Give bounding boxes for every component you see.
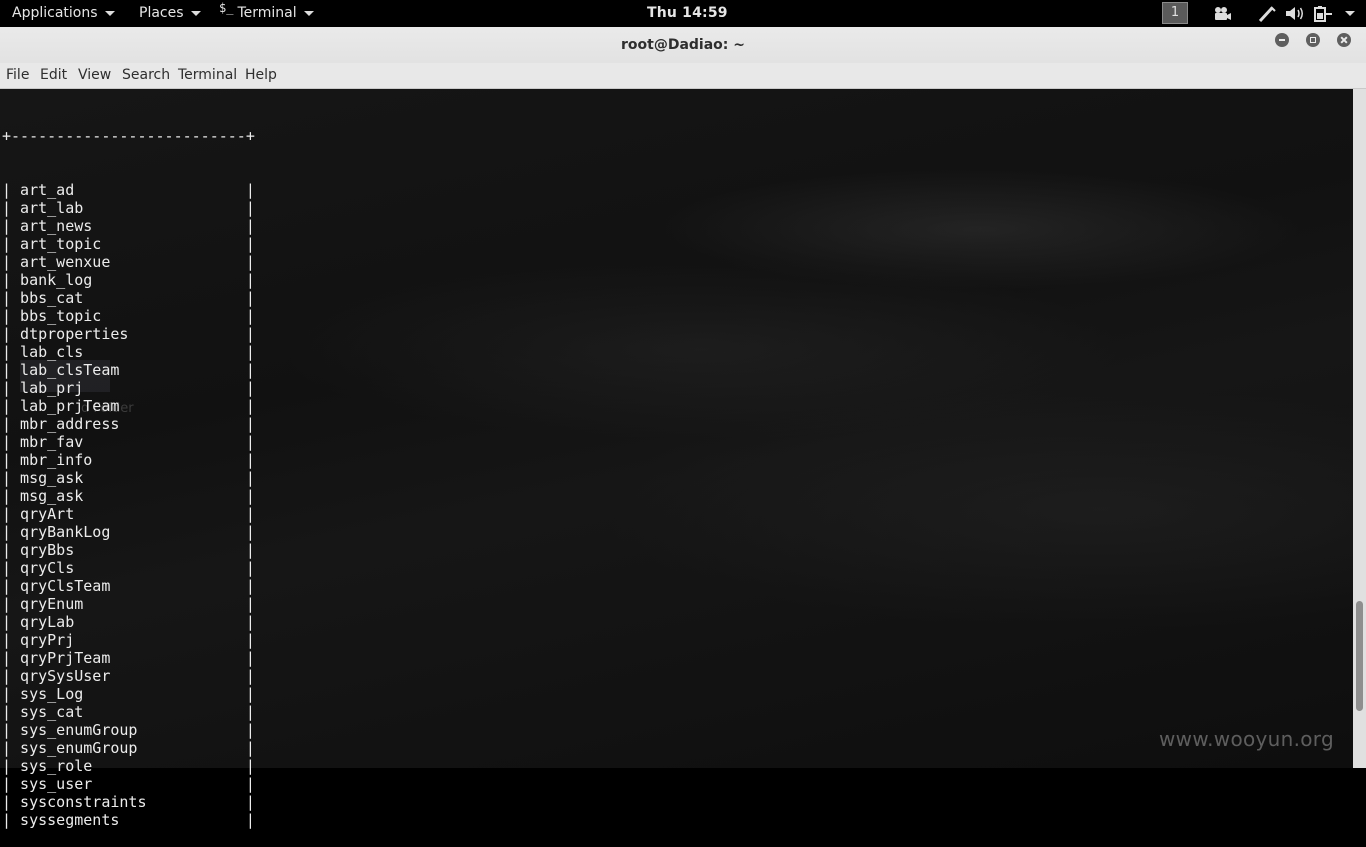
table-row: | bbs_cat | bbox=[2, 289, 255, 307]
window-title: root@Dadiao: ~ bbox=[621, 37, 745, 53]
table-row: | lab_clsTeam | bbox=[2, 361, 255, 379]
table-row: | qrySysUser | bbox=[2, 667, 255, 685]
table-row: | art_news | bbox=[2, 217, 255, 235]
window-titlebar[interactable]: root@Dadiao: ~ bbox=[0, 27, 1366, 63]
volume-icon[interactable] bbox=[1285, 5, 1305, 22]
minimize-icon bbox=[1279, 39, 1285, 41]
table-row: | sys_enumGroup | bbox=[2, 721, 255, 739]
table-row: | sys_Log | bbox=[2, 685, 255, 703]
applications-menu[interactable]: Applications bbox=[12, 0, 115, 27]
table-row: | bank_log | bbox=[2, 271, 255, 289]
table-row: | mbr_address | bbox=[2, 415, 255, 433]
camera-icon[interactable] bbox=[1212, 5, 1232, 22]
clock[interactable]: Thu 14:59 bbox=[647, 0, 728, 27]
menu-edit[interactable]: Edit bbox=[40, 63, 67, 89]
applications-dropdown-icon bbox=[104, 11, 115, 16]
table-row: | sys_user | bbox=[2, 775, 255, 793]
table-row: | mbr_info | bbox=[2, 451, 255, 469]
table-row: | sys_enumGroup | bbox=[2, 739, 255, 757]
table-row: | msg_ask | bbox=[2, 469, 255, 487]
table-row: | qryCls | bbox=[2, 559, 255, 577]
table-row: | qryArt | bbox=[2, 505, 255, 523]
applications-label: Applications bbox=[12, 5, 98, 21]
menu-view[interactable]: View bbox=[78, 63, 111, 89]
table-row: | qryBbs | bbox=[2, 541, 255, 559]
menu-search[interactable]: Search bbox=[122, 63, 170, 89]
terminal-app-menu[interactable]: $_ Terminal bbox=[219, 0, 314, 27]
table-row: | art_wenxue | bbox=[2, 253, 255, 271]
table-row: | art_ad | bbox=[2, 181, 255, 199]
workspace-indicator[interactable]: 1 bbox=[1162, 2, 1188, 24]
table-row: | lab_cls | bbox=[2, 343, 255, 361]
table-border-top: +--------------------------+ bbox=[2, 127, 255, 145]
menu-help[interactable]: Help bbox=[245, 63, 277, 89]
terminal-icon: $_ bbox=[219, 1, 234, 15]
table-row: | qryPrjTeam | bbox=[2, 649, 255, 667]
table-row: | sys_role | bbox=[2, 757, 255, 775]
table-row: | syssegments | bbox=[2, 811, 255, 829]
menu-file[interactable]: File bbox=[6, 63, 29, 89]
terminal-app-label: Terminal bbox=[237, 5, 297, 21]
terminal-menubar: File Edit View Search Terminal Help bbox=[0, 63, 1366, 89]
places-dropdown-icon bbox=[190, 11, 201, 16]
power-menu-arrow-icon[interactable] bbox=[1345, 11, 1355, 16]
maximize-icon bbox=[1310, 37, 1316, 43]
table-row: | bbs_topic | bbox=[2, 307, 255, 325]
table-row: | dtproperties | bbox=[2, 325, 255, 343]
table-row: | lab_prj | bbox=[2, 379, 255, 397]
table-row: | mbr_fav | bbox=[2, 433, 255, 451]
scrollbar-thumb[interactable] bbox=[1356, 601, 1363, 711]
close-button[interactable] bbox=[1337, 33, 1351, 47]
places-menu[interactable]: Places bbox=[139, 0, 201, 27]
places-label: Places bbox=[139, 5, 184, 21]
table-row: | sys_cat | bbox=[2, 703, 255, 721]
table-row: | qryEnum | bbox=[2, 595, 255, 613]
terminal-dropdown-icon bbox=[303, 11, 314, 16]
terminal-scrollbar[interactable] bbox=[1353, 89, 1366, 768]
table-row: | art_lab | bbox=[2, 199, 255, 217]
table-row: | msg_ask | bbox=[2, 487, 255, 505]
menu-terminal[interactable]: Terminal bbox=[178, 63, 237, 89]
minimize-button[interactable] bbox=[1275, 33, 1289, 47]
terminal-text: +--------------------------+ | art_ad | |… bbox=[2, 91, 255, 847]
table-row: | sysconstraints | bbox=[2, 793, 255, 811]
table-row: | qryClsTeam | bbox=[2, 577, 255, 595]
gnome-top-bar: Applications Places $_ Terminal Thu 14:5… bbox=[0, 0, 1366, 27]
table-row: | art_topic | bbox=[2, 235, 255, 253]
table-row: | lab_prjTeam | bbox=[2, 397, 255, 415]
table-row: | qryPrj | bbox=[2, 631, 255, 649]
battery-icon[interactable] bbox=[1313, 5, 1333, 22]
table-row: | qryBankLog | bbox=[2, 523, 255, 541]
pen-icon[interactable] bbox=[1258, 5, 1276, 22]
watermark: www.wooyun.org bbox=[1159, 727, 1334, 751]
maximize-button[interactable] bbox=[1306, 33, 1320, 47]
table-row: | qryLab | bbox=[2, 613, 255, 631]
table-rows: | art_ad | | art_lab | | art_news | | art_t… bbox=[2, 181, 255, 829]
